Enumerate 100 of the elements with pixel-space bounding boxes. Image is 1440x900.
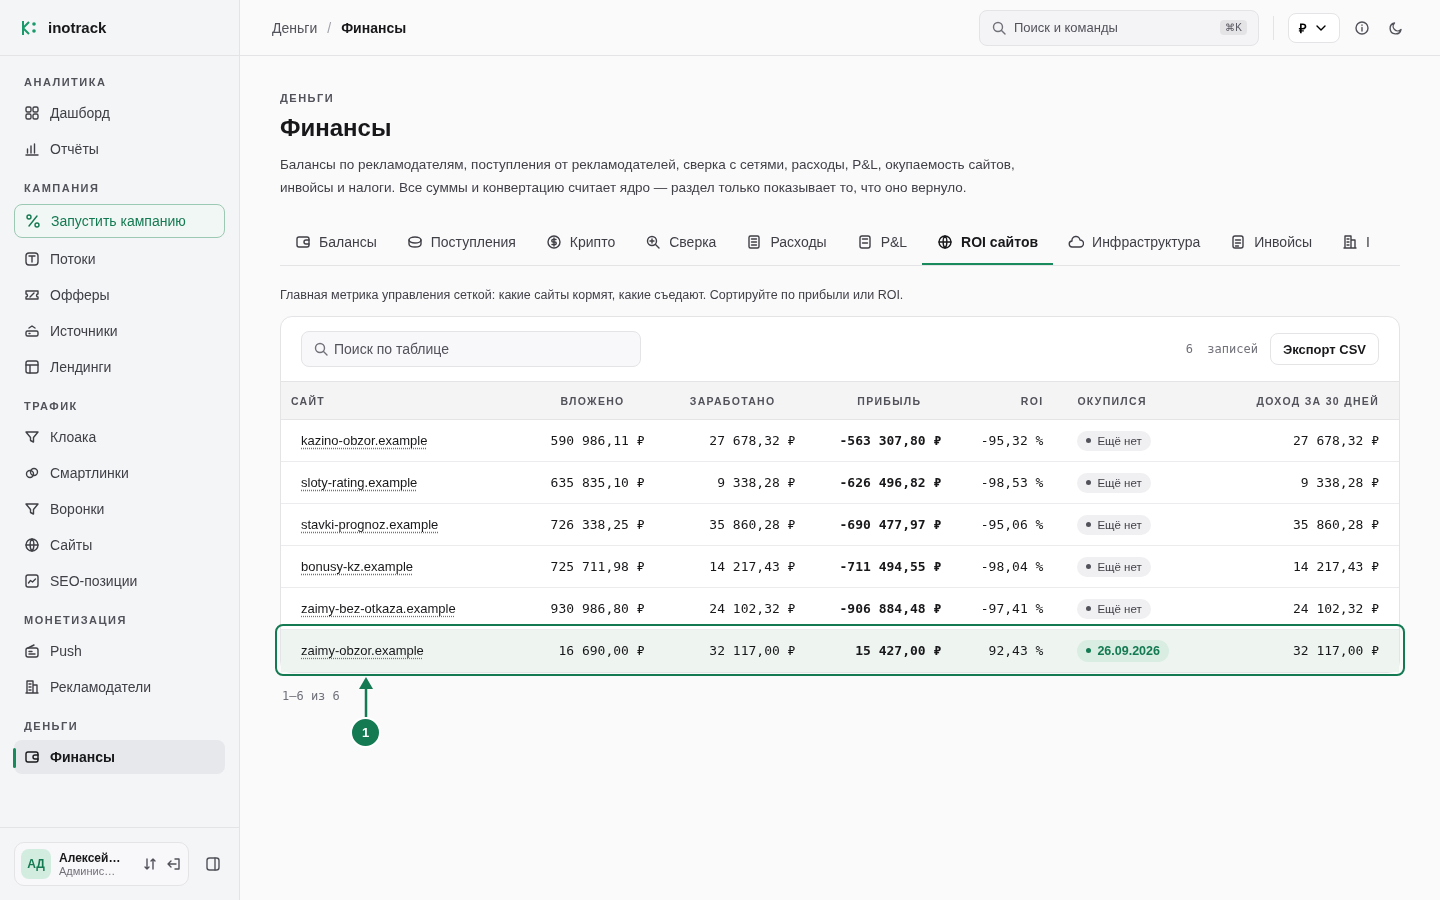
annotation-number: 1 [350,716,381,748]
table-cell: 27 678,32 ₽ [644,419,796,462]
sidebar-item[interactable]: Клоака [14,420,225,454]
table-cell: 635 835,10 ₽ [508,461,645,504]
currency-dropdown[interactable]: ₽ [1288,12,1340,43]
ticket-icon [24,287,40,303]
tab[interactable]: Расходы [731,221,842,265]
status-badge: Ещё нет [1077,514,1151,535]
sidebar-item[interactable]: Отчёты [14,132,225,166]
table-cell: -95,32 % [941,419,1068,462]
split-icon [24,251,40,267]
table-cell: 35 860,28 ₽ [1199,503,1399,546]
sidebar-item[interactable]: Рекламодатели [14,670,225,704]
table-cell: 14 217,43 ₽ [644,545,796,588]
cloud-icon [1068,234,1085,250]
column-header: ЗАРАБОТАНО [644,381,796,420]
tab[interactable]: Сверка [630,221,732,265]
list-icon [746,234,763,250]
table-cell: -95,06 % [941,503,1068,546]
column-header: ДОХОД ЗА 30 ДНЕЙ [1199,381,1399,420]
annotation-arrow [359,676,373,717]
status-badge: Ещё нет [1077,556,1151,577]
table-cell: 590 986,11 ₽ [508,419,645,462]
record-count: 6 записей [1185,342,1258,356]
page-description: Балансы по рекламодателям, поступления от рекламодателей, сверка с сетями, расходы, P&L, окупаемость сайтов, инвойсы и налоги. Все суммы и конвертацию считает ядро — раздел только показывает то, что оно вернуло. [280,156,1016,197]
tab[interactable]: ROI сайтов [922,221,1054,265]
page-title: Финансы [280,114,393,142]
sidebar-item[interactable]: Дашборд [14,96,225,130]
column-header: ВЛОЖЕНО [508,381,645,420]
tab[interactable]: Инвойсы [1215,221,1327,265]
table-cell: 35 860,28 ₽ [644,503,796,546]
section-title: АНАЛИТИКА [23,75,108,90]
table-cell: 32 117,00 ₽ [644,629,796,672]
wallet-icon [24,749,40,765]
table-cell: 16 690,00 ₽ [508,629,645,672]
table-cell: 32 117,00 ₽ [1199,629,1399,672]
pagination-label: 1–6 из 6 [282,688,340,703]
tab[interactable]: I [1327,221,1385,265]
sidebar-toggle-icon [205,856,221,872]
status-badge: Ещё нет [1077,472,1151,493]
section-title: КАМПАНИЯ [23,181,101,196]
sidebar-item[interactable]: Финансы [14,740,225,774]
tab[interactable]: Поступления [391,221,531,265]
breadcrumb: Финансы [341,19,407,36]
layout-icon [24,359,40,375]
site-link[interactable]: sloty-rating.example [301,475,418,490]
column-header: ROI [941,381,1068,420]
table-cell: -98,53 % [941,461,1068,504]
dollar-icon [545,234,562,250]
table-cell: 15 427,00 ₽ [795,629,942,672]
table-cell: 14 217,43 ₽ [1199,545,1399,588]
table-cell: -711 494,55 ₽ [795,545,942,588]
section-title: ТРАФИК [23,399,79,414]
tab-description: Главная метрика управления сеткой: какие сайты кормят, какие съедают. Сортируйте по прибыли или ROI. [280,288,905,302]
sidebar-item[interactable]: Лендинги [14,350,225,384]
logout-icon [166,856,182,872]
site-link[interactable]: bonusy-kz.example [301,559,413,574]
tab[interactable]: Крипто [530,221,631,265]
table-search-field[interactable]: Поиск по таблице [301,331,641,367]
tab[interactable]: Инфраструктура [1053,221,1216,265]
export-csv-button[interactable]: Экспорт CSV [1269,333,1379,365]
site-link[interactable]: stavki-prognoz.example [301,517,439,532]
wallet-icon [295,234,311,250]
table-cell: -626 496,82 ₽ [795,461,942,504]
shortcut-badge: ⌘K [1220,20,1247,35]
tab[interactable]: Балансы [280,221,392,265]
table-cell: -690 477,97 ₽ [795,503,942,546]
sidebar-item[interactable]: Push [14,634,225,668]
sidebar-item[interactable]: Сайты [14,528,225,562]
sidebar-item[interactable]: Смартлинки [14,456,225,490]
sidebar-item[interactable]: SEO-позиции [14,564,225,598]
table-cell: 725 711,98 ₽ [508,545,645,588]
route-icon [25,213,41,229]
funnel-icon [24,501,40,517]
sidebar-item[interactable]: Офферы [14,278,225,312]
router-icon [24,323,40,339]
site-link[interactable]: kazino-obzor.example [301,433,428,448]
sidebar-item[interactable]: Воронки [14,492,225,526]
status-badge: Ещё нет [1077,598,1151,619]
tab[interactable]: P&L [841,221,923,265]
user-role: Админис… [59,865,117,877]
zoom-icon [645,234,662,250]
rings-icon [24,465,40,481]
building-icon [1342,234,1358,250]
status-badge: 26.09.2026 [1077,639,1169,662]
sidebar-item[interactable]: Источники [14,314,225,348]
table-cell: 92,43 % [941,629,1068,672]
grid-icon [24,105,40,121]
info-icon [1354,19,1370,36]
user-card[interactable]: АД Алексей… Админис… [14,842,189,886]
radio-icon [24,643,40,659]
section-title: ДЕНЬГИ [23,719,80,734]
column-header: ОКУПИЛСЯ [1067,381,1200,420]
launch-campaign-button[interactable]: Запустить кампанию [14,204,225,238]
globe-icon [24,537,40,553]
column-header: ПРИБЫЛЬ [795,381,942,420]
sidebar-item[interactable]: Потоки [14,242,225,276]
breadcrumb[interactable]: Деньги [272,19,318,36]
globe-icon [937,234,954,250]
site-link[interactable]: zaimy-bez-otkaza.example [301,601,456,616]
